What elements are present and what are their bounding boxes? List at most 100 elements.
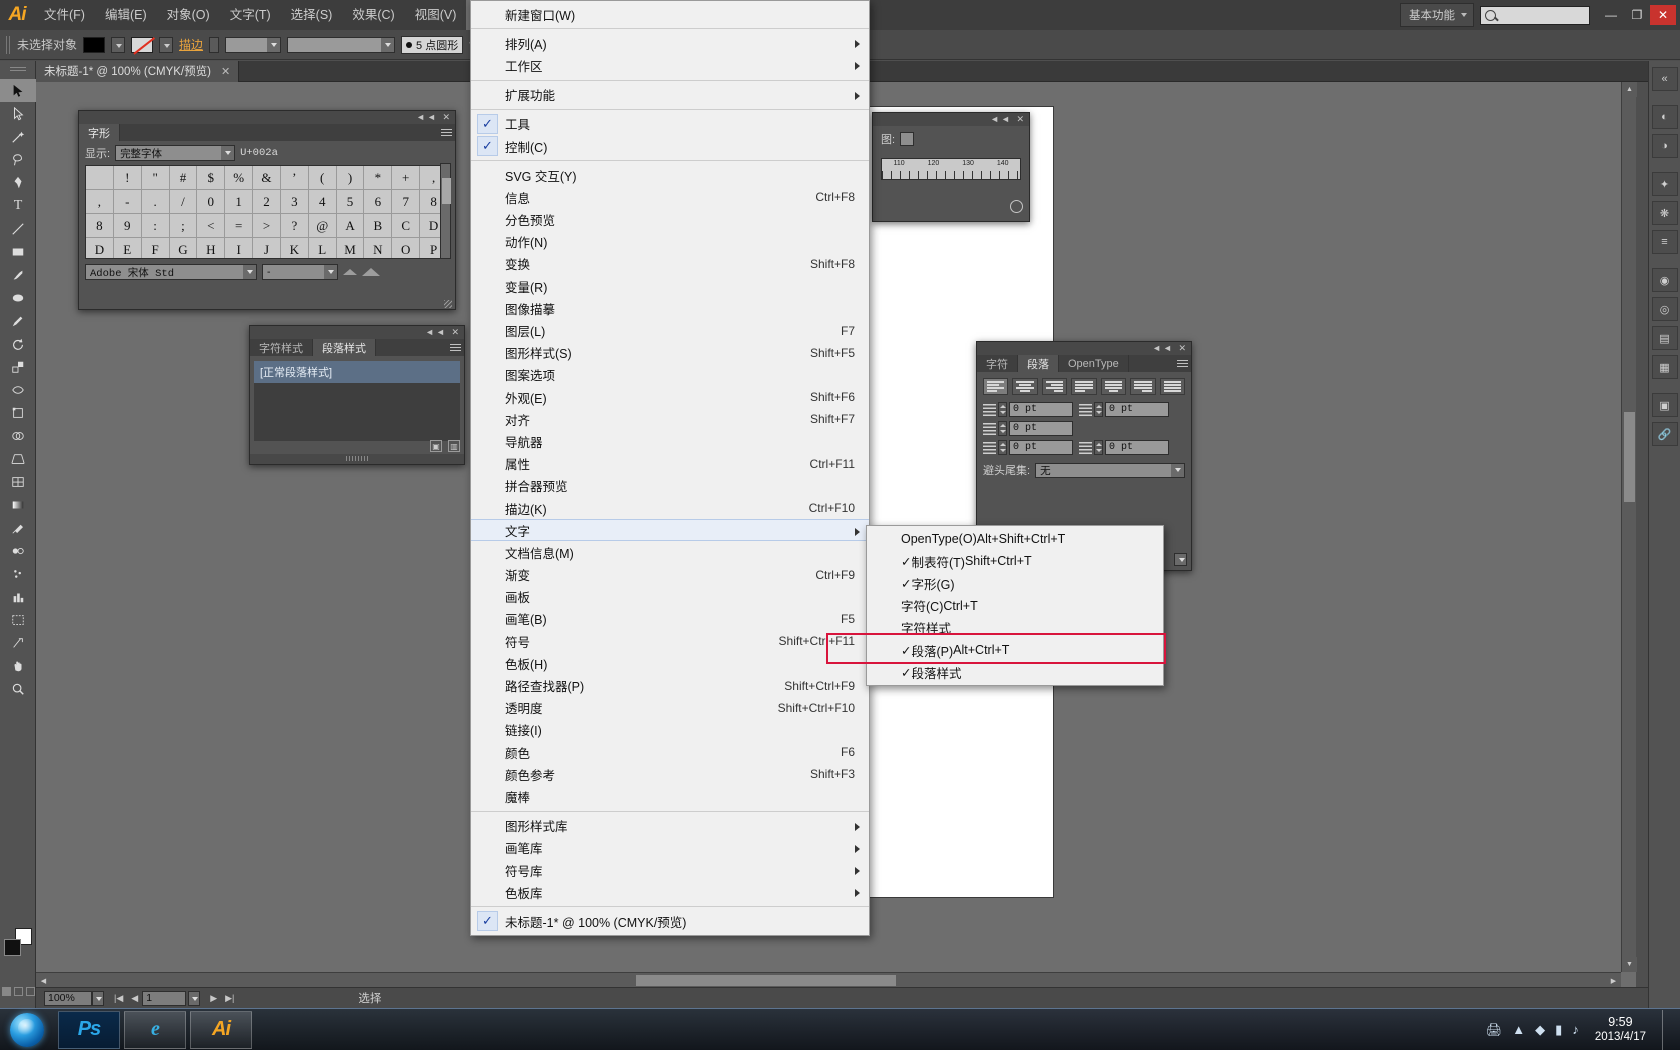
menu-item[interactable]: 透明度 Shift+Ctrl+F10 [471, 697, 869, 719]
stroke-weight-stepper[interactable] [209, 36, 220, 53]
space-after-field[interactable]: 0 pt [1105, 440, 1169, 455]
fill-stroke-indicator[interactable] [4, 928, 32, 956]
glyph-cell[interactable]: ! [113, 166, 142, 190]
perspective-grid-tool-icon[interactable] [0, 447, 36, 470]
rectangle-tool-icon[interactable] [0, 240, 36, 263]
paintbrush-tool-icon[interactable] [0, 263, 36, 286]
tray-app-icon[interactable]: ◆ [1535, 1022, 1545, 1038]
screen-mode-normal-icon[interactable] [1, 987, 11, 996]
glyph-cell[interactable]: O [392, 238, 421, 258]
menu-item[interactable]: 颜色 F6 [471, 741, 869, 763]
eyedropper-tool-icon[interactable] [0, 516, 36, 539]
fill-dropdown[interactable] [111, 36, 126, 53]
menu-item[interactable]: 图形样式库 [471, 815, 869, 837]
menu-item[interactable]: 动作(N) [471, 231, 869, 253]
magic-wand-tool-icon[interactable] [0, 125, 36, 148]
first-artboard-button[interactable]: |◀ [110, 993, 127, 1004]
align-center-button[interactable] [1012, 378, 1038, 395]
glyph-cell[interactable]: 0 [197, 190, 226, 214]
brush-profile-selector[interactable]: 5 点圆形 [401, 35, 464, 54]
stroke-dropdown[interactable] [159, 36, 174, 53]
glyph-cell[interactable]: / [169, 190, 198, 214]
color-guide-panel-icon[interactable]: ◑ [1651, 134, 1678, 158]
hand-tool-icon[interactable] [0, 654, 36, 677]
close-button[interactable]: ✕ [1650, 5, 1676, 25]
glyph-cell[interactable]: G [170, 238, 198, 258]
stroke-color-swatch[interactable] [131, 36, 154, 53]
window-menu-dropdown[interactable]: 新建窗口(W) 排列(A) 工作区 扩展功能 ✓ 工具 ✓ 控制(C) SVG 交互(Y) 信息 C… [470, 0, 870, 936]
menu-item[interactable]: 图案选项 [471, 364, 869, 386]
glyph-cell[interactable]: K [281, 238, 309, 258]
fill-swatch-icon[interactable] [4, 939, 21, 956]
glyph-cell[interactable]: : [141, 214, 170, 238]
menu-item[interactable]: 渐变 Ctrl+F9 [471, 564, 869, 586]
scroll-thumb[interactable] [636, 975, 896, 986]
tab-character-styles[interactable]: 字符样式 [250, 339, 313, 356]
rotate-tool-icon[interactable] [0, 332, 36, 355]
glyph-cell[interactable]: > [253, 214, 281, 238]
menu-item[interactable]: 色板(H) [471, 652, 869, 674]
glyph-cell[interactable]: 5 [336, 190, 365, 214]
lasso-tool-icon[interactable] [0, 148, 36, 171]
glyph-cell[interactable]: J [253, 238, 281, 258]
menu-item[interactable]: 图层(L) F7 [471, 319, 869, 341]
glyph-cell[interactable]: $ [197, 166, 226, 190]
menu-item[interactable]: ✓ 控制(C) [471, 135, 869, 157]
glyph-cell[interactable]: D [86, 238, 114, 258]
menu-item[interactable]: 色板库 [471, 881, 869, 903]
panel-menu-icon[interactable] [441, 127, 452, 136]
clock[interactable]: 9:59 2013/4/17 [1589, 1015, 1652, 1045]
resize-grip[interactable] [444, 300, 452, 308]
show-desktop-button[interactable] [1662, 1009, 1672, 1050]
close-icon[interactable]: ✕ [221, 65, 230, 78]
chevron-down-icon[interactable] [1171, 463, 1184, 477]
glyph-cell[interactable]: C [392, 214, 421, 238]
menu-item[interactable]: 链接(I) [471, 719, 869, 741]
glyph-cell[interactable]: ) [336, 166, 365, 190]
glyph-cell[interactable]: 7 [392, 190, 421, 214]
panel-menu-icon[interactable] [1177, 358, 1188, 367]
scroll-right-icon[interactable]: ▶ [1606, 973, 1621, 988]
scale-tool-icon[interactable] [0, 355, 36, 378]
glyph-cell[interactable]: ; [169, 214, 198, 238]
status-text[interactable]: 选择 [358, 990, 381, 1006]
zoom-tool-icon[interactable] [0, 677, 36, 700]
menu-edit[interactable]: 编辑(E) [95, 0, 157, 30]
toolbox-grip[interactable] [10, 65, 26, 71]
document-tab[interactable]: 未标题-1* @ 100% (CMYK/预览) ✕ [36, 60, 240, 82]
panel-resize-bar[interactable] [250, 454, 464, 464]
menu-object[interactable]: 对象(O) [157, 0, 220, 30]
menu-item[interactable]: 分色预览 [471, 209, 869, 231]
left-indent-field[interactable]: 0 pt [1009, 402, 1073, 417]
menu-item[interactable]: 描边(K) Ctrl+F10 [471, 497, 869, 519]
glyph-cell[interactable]: = [225, 214, 254, 238]
glyph-cell[interactable]: N [364, 238, 393, 258]
links-panel-icon[interactable]: 🔗 [1651, 422, 1678, 446]
submenu-item[interactable]: ✓ 段落(P) Alt+Ctrl+T [867, 639, 1163, 661]
type-tool-icon[interactable]: T [0, 194, 36, 217]
right-indent-stepper[interactable] [1094, 402, 1103, 417]
width-tool-icon[interactable] [0, 378, 36, 401]
glyph-cell[interactable]: 2 [253, 190, 281, 214]
scroll-thumb[interactable] [442, 178, 451, 204]
paragraph-styles-titlebar[interactable]: ◄◄ ✕ [250, 326, 464, 339]
menu-item[interactable]: ✓ 工具 [471, 113, 869, 135]
submenu-item[interactable]: ✓ 段落样式 [867, 661, 1163, 683]
justify-last-right-button[interactable] [1130, 378, 1156, 395]
first-line-indent-stepper[interactable] [998, 421, 1007, 436]
glyph-grid-scrollbar[interactable] [440, 163, 451, 259]
glyph-grid[interactable]: ! " # $% &’() * +,, -./0 1 2 3 4 5 6 7 8 8 9:; < = >? @ A B C D D E… [85, 165, 449, 259]
scroll-thumb[interactable] [1624, 412, 1635, 502]
paragraph-styles-panel[interactable]: ◄◄ ✕ 字符样式 段落样式 [正常段落样式] ▣ ▥ [249, 325, 465, 465]
artboard-dropdown-icon[interactable] [188, 990, 201, 1006]
glyph-cell[interactable]: & [253, 166, 281, 190]
space-before-field[interactable]: 0 pt [1009, 440, 1073, 455]
screen-mode-presentation-icon[interactable] [25, 987, 35, 996]
glyph-cell[interactable]: 9 [113, 214, 142, 238]
font-family-select[interactable]: Adobe 宋体 Std [85, 264, 257, 280]
space-before-stepper[interactable] [998, 440, 1007, 455]
shape-builder-tool-icon[interactable] [0, 424, 36, 447]
transparency-panel-icon[interactable]: ▣ [1651, 393, 1678, 417]
menu-item[interactable]: 信息 Ctrl+F8 [471, 186, 869, 208]
scroll-left-icon[interactable]: ◀ [36, 973, 51, 988]
